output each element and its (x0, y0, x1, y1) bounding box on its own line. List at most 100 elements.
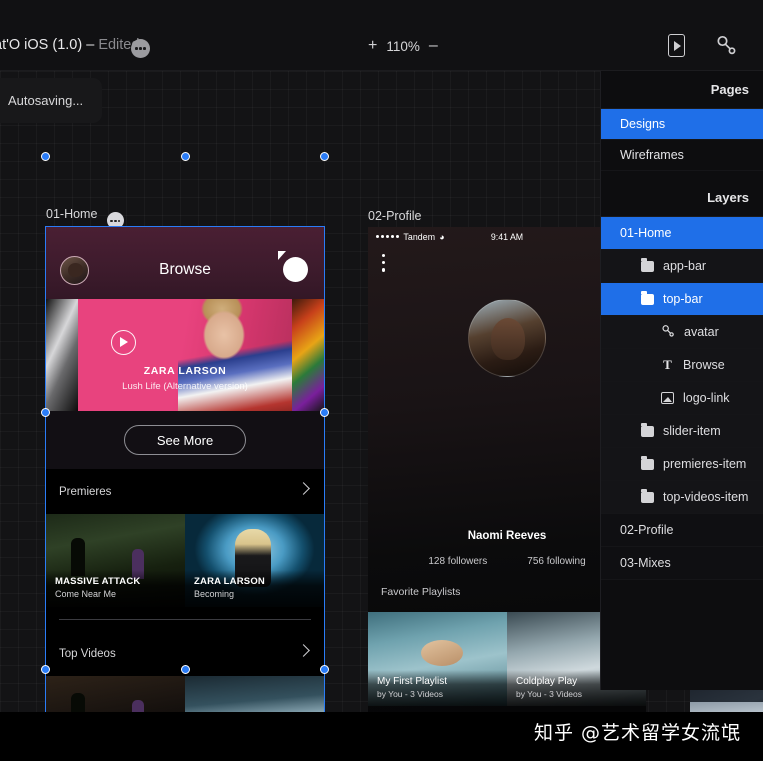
top-toolbar: at'O iOS (1.0) – Edited + 110% – (0, 0, 763, 71)
layer-item-03-mixes[interactable]: 03-Mixes (601, 547, 763, 580)
chevron-right-icon[interactable] (297, 482, 310, 495)
ellipsis-icon[interactable] (131, 39, 150, 58)
folder-icon (641, 489, 654, 503)
resize-handle-mid-right[interactable] (320, 408, 329, 417)
resize-handle-top-left[interactable] (41, 152, 50, 161)
playlist-title: My First Playlist (377, 676, 447, 687)
layer-label: 01-Home (620, 226, 672, 240)
watermark: 知乎 @艺术留学女流氓 (533, 722, 741, 744)
autosave-label: Autosaving... (8, 93, 84, 108)
play-preview-icon[interactable] (668, 34, 685, 57)
playlist-meta: by You - 3 Videos (516, 689, 583, 699)
home-top-bar: Browse (46, 227, 324, 299)
folder-icon (641, 456, 654, 470)
layer-label: premieres-item (663, 457, 747, 471)
layer-label: avatar (684, 325, 719, 339)
followers-count: 128 followers (428, 556, 488, 567)
slide-photo (178, 299, 292, 411)
resize-handle-bottom-left[interactable] (41, 665, 50, 674)
slider-prev-thumb[interactable] (46, 299, 78, 411)
page-item-designs[interactable]: Designs (601, 109, 763, 140)
playlist-caption: My First Playlist by You - 3 Videos (368, 670, 507, 706)
document-title: at'O iOS (1.0) – Edited (0, 37, 139, 53)
following-count: 756 following (527, 556, 586, 567)
artboard-label-text: 01-Home (46, 207, 98, 221)
artboard-01-home[interactable]: Tandem ◕ 9:41 AM 100% Browse (46, 227, 324, 712)
resize-handle-top-right[interactable] (320, 152, 329, 161)
section-divider (59, 619, 311, 620)
symbol-key-icon[interactable] (715, 34, 737, 61)
folder-icon (641, 423, 654, 437)
play-circle-icon[interactable] (111, 330, 136, 355)
layer-label: app-bar (663, 259, 707, 273)
zoom-in-button[interactable]: + (368, 38, 377, 54)
card-title: ZARA LARSON (194, 576, 265, 587)
top-video-card[interactable] (46, 676, 185, 712)
card-thumbnail (185, 676, 324, 712)
artboard-label-01-home[interactable]: 01-Home (46, 207, 124, 230)
layers-panel-title: Layers (601, 179, 763, 217)
layer-label: logo-link (683, 391, 730, 405)
layer-item-avatar[interactable]: avatar (601, 316, 763, 349)
premieres-heading: Premieres (59, 485, 112, 498)
document-title-text: at'O iOS (1.0) – (0, 37, 95, 53)
third-artboard-image-b (690, 702, 763, 712)
layer-label: 03-Mixes (620, 556, 671, 570)
layer-item-app-bar[interactable]: app-bar (601, 250, 763, 283)
premieres-header[interactable]: Premieres (46, 469, 324, 514)
layer-item-01-home[interactable]: 01-Home (601, 217, 763, 250)
image-icon (661, 392, 674, 404)
page-item-label: Designs (620, 117, 666, 131)
playlist-meta: by You - 3 Videos (377, 689, 444, 699)
app-root: at'O iOS (1.0) – Edited + 110% – Autosav… (0, 0, 763, 761)
layer-item-premieres-item[interactable]: premieres-item (601, 448, 763, 481)
page-item-label: Wireframes (620, 148, 684, 162)
zoom-level-label[interactable]: 110% (386, 39, 420, 54)
top-videos-item[interactable] (46, 676, 324, 712)
chevron-right-icon[interactable] (297, 644, 310, 657)
card-title: MASSIVE ATTACK (55, 576, 141, 587)
symbol-key-icon (661, 324, 675, 341)
slider-active-slide[interactable]: ZARA LARSON Lush Life (Alternative versi… (78, 299, 292, 411)
layer-item-02-profile[interactable]: 02-Profile (601, 514, 763, 547)
page-item-wireframes[interactable]: Wireframes (601, 140, 763, 171)
premieres-card[interactable]: MASSIVE ATTACK Come Near Me (46, 514, 185, 607)
layer-item-top-bar[interactable]: top-bar (601, 283, 763, 316)
right-panel: Pages Designs Wireframes Layers 01-Home … (600, 71, 763, 690)
resize-handle-bottom-right[interactable] (320, 665, 329, 674)
layer-item-logo-link[interactable]: logo-link (601, 382, 763, 415)
slide-song: Lush Life (Alternative version) (122, 381, 248, 392)
see-more-zone: See More (46, 411, 324, 469)
record-circle-icon[interactable] (278, 251, 308, 282)
playlist-card[interactable]: My First Playlist by You - 3 Videos (368, 612, 507, 706)
premieres-item[interactable]: MASSIVE ATTACK Come Near Me ZARA LARSON … (46, 514, 324, 607)
layer-item-slider-item[interactable]: slider-item (601, 415, 763, 448)
premieres-card[interactable]: ZARA LARSON Becoming (185, 514, 324, 607)
folder-icon (641, 291, 654, 305)
resize-handle-bottom-center[interactable] (181, 665, 190, 674)
user-avatar-icon[interactable] (468, 299, 546, 377)
see-more-button[interactable]: See More (124, 425, 246, 455)
favorite-playlists-heading: Favorite Playlists (381, 586, 461, 598)
text-icon: T (663, 357, 672, 372)
card-subtitle: Come Near Me (55, 589, 117, 599)
card-thumbnail (46, 676, 185, 712)
layer-item-top-videos-item[interactable]: top-videos-item (601, 481, 763, 514)
layer-label: 02-Profile (620, 523, 674, 537)
layer-item-browse[interactable]: T Browse (601, 349, 763, 382)
card-caption: MASSIVE ATTACK Come Near Me (46, 570, 185, 607)
zoom-out-button[interactable]: – (429, 38, 438, 54)
resize-handle-mid-left[interactable] (41, 408, 50, 417)
resize-handle-top-center[interactable] (181, 152, 190, 161)
kebab-menu-icon[interactable] (382, 254, 386, 272)
card-caption: ZARA LARSON Becoming (185, 570, 324, 607)
slide-artist: ZARA LARSON (143, 365, 227, 377)
slider-next-thumb[interactable] (292, 299, 324, 411)
pages-panel-title: Pages (601, 71, 763, 109)
layer-label: slider-item (663, 424, 721, 438)
zoom-controls[interactable]: + 110% – (368, 38, 438, 54)
artboard-label-02-profile[interactable]: 02-Profile (368, 209, 422, 223)
folder-icon (641, 258, 654, 272)
top-video-card[interactable] (185, 676, 324, 712)
slider-item[interactable]: ZARA LARSON Lush Life (Alternative versi… (46, 299, 324, 411)
